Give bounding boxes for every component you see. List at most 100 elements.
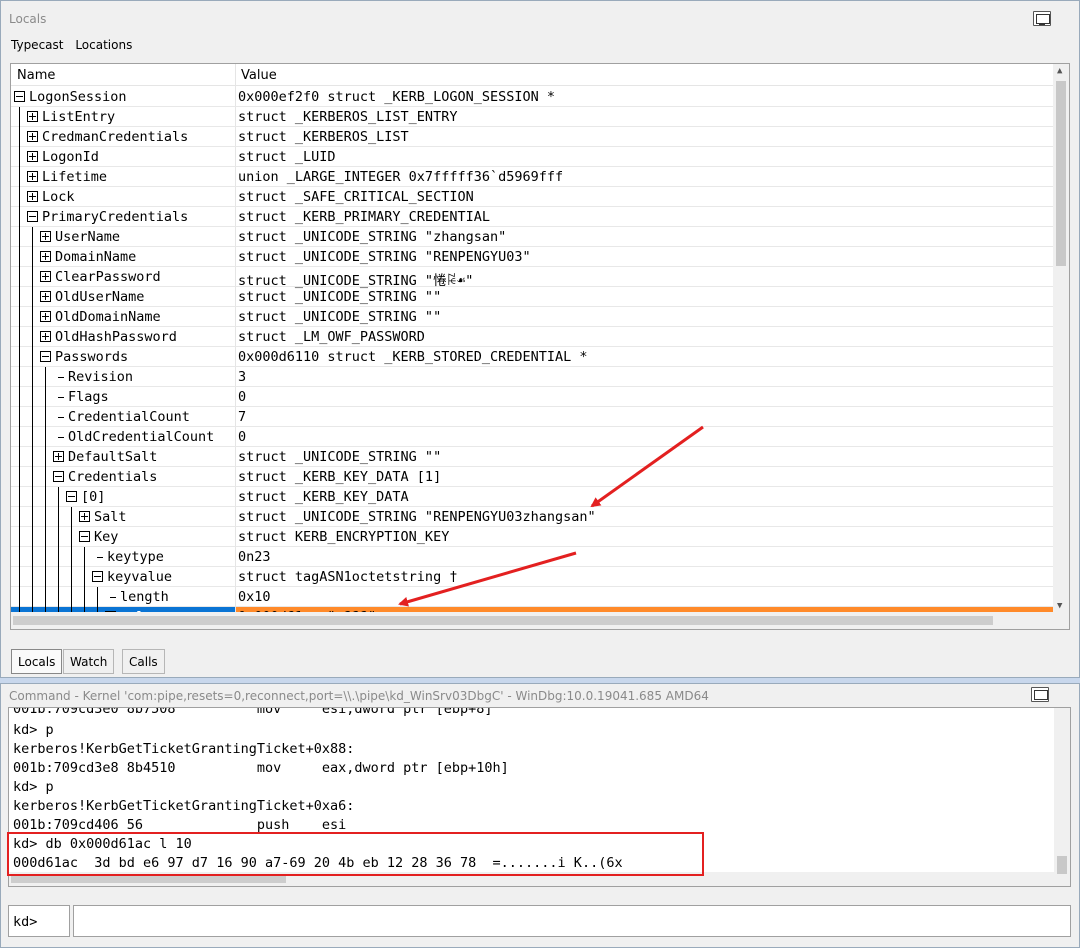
window-options-icon[interactable] [1033, 11, 1051, 26]
tree-row[interactable]: Passwords 0x000d6110 struct _KERB_STORED_… [11, 347, 1055, 367]
expand-icon[interactable] [40, 251, 51, 262]
collapse-icon[interactable] [40, 351, 51, 362]
row-value: struct _KERB_PRIMARY_CREDENTIAL [238, 209, 490, 225]
expand-icon[interactable] [40, 271, 51, 282]
tree-guide-line [71, 507, 72, 527]
expand-icon[interactable] [79, 511, 90, 522]
scroll-up-icon[interactable]: ▲ [1057, 66, 1062, 76]
expand-icon[interactable] [40, 331, 51, 342]
tree-row[interactable]: Revision 3 [11, 367, 1055, 387]
expand-icon[interactable] [53, 451, 64, 462]
tree-guide-line [45, 567, 46, 587]
row-name: Revision [68, 369, 134, 385]
collapse-icon[interactable] [79, 531, 90, 542]
row-value: struct _KERBEROS_LIST [238, 129, 409, 145]
command-output-line: 001b:709cd3e0 8b7508 mov esi,dword ptr [… [13, 707, 493, 717]
row-name: Credentials [68, 469, 158, 485]
tree-guide-line [19, 507, 20, 527]
command-options-icon[interactable] [1031, 687, 1049, 702]
expand-icon[interactable] [27, 171, 38, 182]
tree-row[interactable]: Flags 0 [11, 387, 1055, 407]
typecast-button[interactable]: Typecast [11, 38, 63, 52]
locals-grid[interactable]: Name Value LogonSession 0x000ef2f0 struct… [10, 63, 1070, 630]
tree-row[interactable]: Lock struct _SAFE_CRITICAL_SECTION [11, 187, 1055, 207]
command-output-line: 001b:709cd406 56 push esi [13, 817, 347, 833]
tree-row[interactable]: UserName struct _UNICODE_STRING "zhangsan… [11, 227, 1055, 247]
tree-branch-line [110, 597, 116, 598]
scroll-thumb[interactable] [1056, 81, 1066, 266]
row-name: LogonId [42, 149, 99, 165]
collapse-icon[interactable] [27, 211, 38, 222]
expand-icon[interactable] [27, 131, 38, 142]
tree-row[interactable]: DefaultSalt struct _UNICODE_STRING "" [11, 447, 1055, 467]
tree-guide-line [58, 567, 59, 587]
tree-guide-line [19, 287, 20, 307]
row-name: keytype [107, 549, 164, 565]
tree-guide-line [19, 367, 20, 387]
tree-row[interactable]: DomainName struct _UNICODE_STRING "RENPEN… [11, 247, 1055, 267]
row-name: ClearPassword [55, 269, 161, 285]
expand-icon[interactable] [40, 311, 51, 322]
tree-row[interactable]: OldDomainName struct _UNICODE_STRING "" [11, 307, 1055, 327]
row-value: struct _KERBEROS_LIST_ENTRY [238, 109, 458, 125]
tree-row[interactable]: OldCredentialCount 0 [11, 427, 1055, 447]
scroll-thumb-horizontal[interactable] [13, 616, 993, 625]
tree-row[interactable]: LogonId struct _LUID [11, 147, 1055, 167]
tree-guide-line [32, 527, 33, 547]
tree-row[interactable]: keyvalue struct tagASN1octetstring † [11, 567, 1055, 587]
column-header-name[interactable]: Name [17, 68, 55, 83]
tree-row[interactable]: Key struct KERB_ENCRYPTION_KEY [11, 527, 1055, 547]
tree-guide-line [19, 107, 20, 127]
tree-row[interactable]: CredmanCredentials struct _KERBEROS_LIST [11, 127, 1055, 147]
row-name: keyvalue [107, 569, 173, 585]
tree-guide-line [45, 467, 46, 487]
command-vertical-scrollbar[interactable] [1054, 708, 1070, 886]
expand-icon[interactable] [40, 231, 51, 242]
collapse-icon[interactable] [92, 571, 103, 582]
tree-row[interactable]: length 0x10 [11, 587, 1055, 607]
tree-row[interactable]: PrimaryCredentials struct _KERB_PRIMARY_C… [11, 207, 1055, 227]
tab-calls[interactable]: Calls [122, 649, 165, 674]
tree-row[interactable]: Salt struct _UNICODE_STRING "RENPENGYU03z… [11, 507, 1055, 527]
tree-guide-line [32, 287, 33, 307]
tree-row[interactable]: Lifetime union _LARGE_INTEGER 0x7fffff36`… [11, 167, 1055, 187]
locals-window: Locals Typecast Locations Name Value Log… [0, 0, 1080, 678]
row-name: OldUserName [55, 289, 145, 305]
locals-horizontal-scrollbar[interactable] [11, 612, 1055, 629]
scroll-down-icon[interactable]: ▼ [1057, 601, 1062, 611]
tree-row[interactable]: Credentials struct _KERB_KEY_DATA [1] [11, 467, 1055, 487]
row-value: 0x10 [238, 589, 271, 605]
tree-row[interactable]: OldHashPassword struct _LM_OWF_PASSWORD [11, 327, 1055, 347]
tab-watch[interactable]: Watch [63, 649, 115, 674]
tree-guide-line [58, 487, 59, 507]
tree-row[interactable]: OldUserName struct _UNICODE_STRING "" [11, 287, 1055, 307]
command-scroll-thumb-horizontal[interactable] [11, 875, 286, 883]
collapse-icon[interactable] [53, 471, 64, 482]
expand-icon[interactable] [27, 191, 38, 202]
tree-guide-line [45, 587, 46, 607]
tree-guide-line [45, 487, 46, 507]
tree-row[interactable]: keytype 0n23 [11, 547, 1055, 567]
collapse-icon[interactable] [66, 491, 77, 502]
column-header-value[interactable]: Value [241, 68, 277, 83]
command-output-line: kerberos!KerbGetTicketGrantingTicket+0x8… [13, 741, 355, 757]
expand-icon[interactable] [27, 111, 38, 122]
tree-guide-line [32, 587, 33, 607]
tree-row[interactable]: LogonSession 0x000ef2f0 struct _KERB_LOGO… [11, 87, 1055, 107]
collapse-icon[interactable] [14, 91, 25, 102]
row-name: DefaultSalt [68, 449, 158, 465]
tree-guide-line [45, 407, 46, 427]
expand-icon[interactable] [40, 291, 51, 302]
tree-row[interactable]: ListEntry struct _KERBEROS_LIST_ENTRY [11, 107, 1055, 127]
tree-row[interactable]: ClearPassword struct _UNICODE_STRING "惓ꀙ☙… [11, 267, 1055, 289]
command-scroll-thumb[interactable] [1057, 856, 1067, 874]
tree-guide-line [32, 227, 33, 247]
tree-row[interactable]: CredentialCount 7 [11, 407, 1055, 427]
command-input[interactable] [73, 905, 1071, 937]
expand-icon[interactable] [27, 151, 38, 162]
tree-row[interactable]: [0] struct _KERB_KEY_DATA [11, 487, 1055, 507]
locations-button[interactable]: Locations [75, 38, 132, 52]
tab-locals[interactable]: Locals [11, 649, 63, 674]
locals-vertical-scrollbar[interactable]: ▲ ▼ [1053, 64, 1069, 629]
row-name: CredentialCount [68, 409, 190, 425]
